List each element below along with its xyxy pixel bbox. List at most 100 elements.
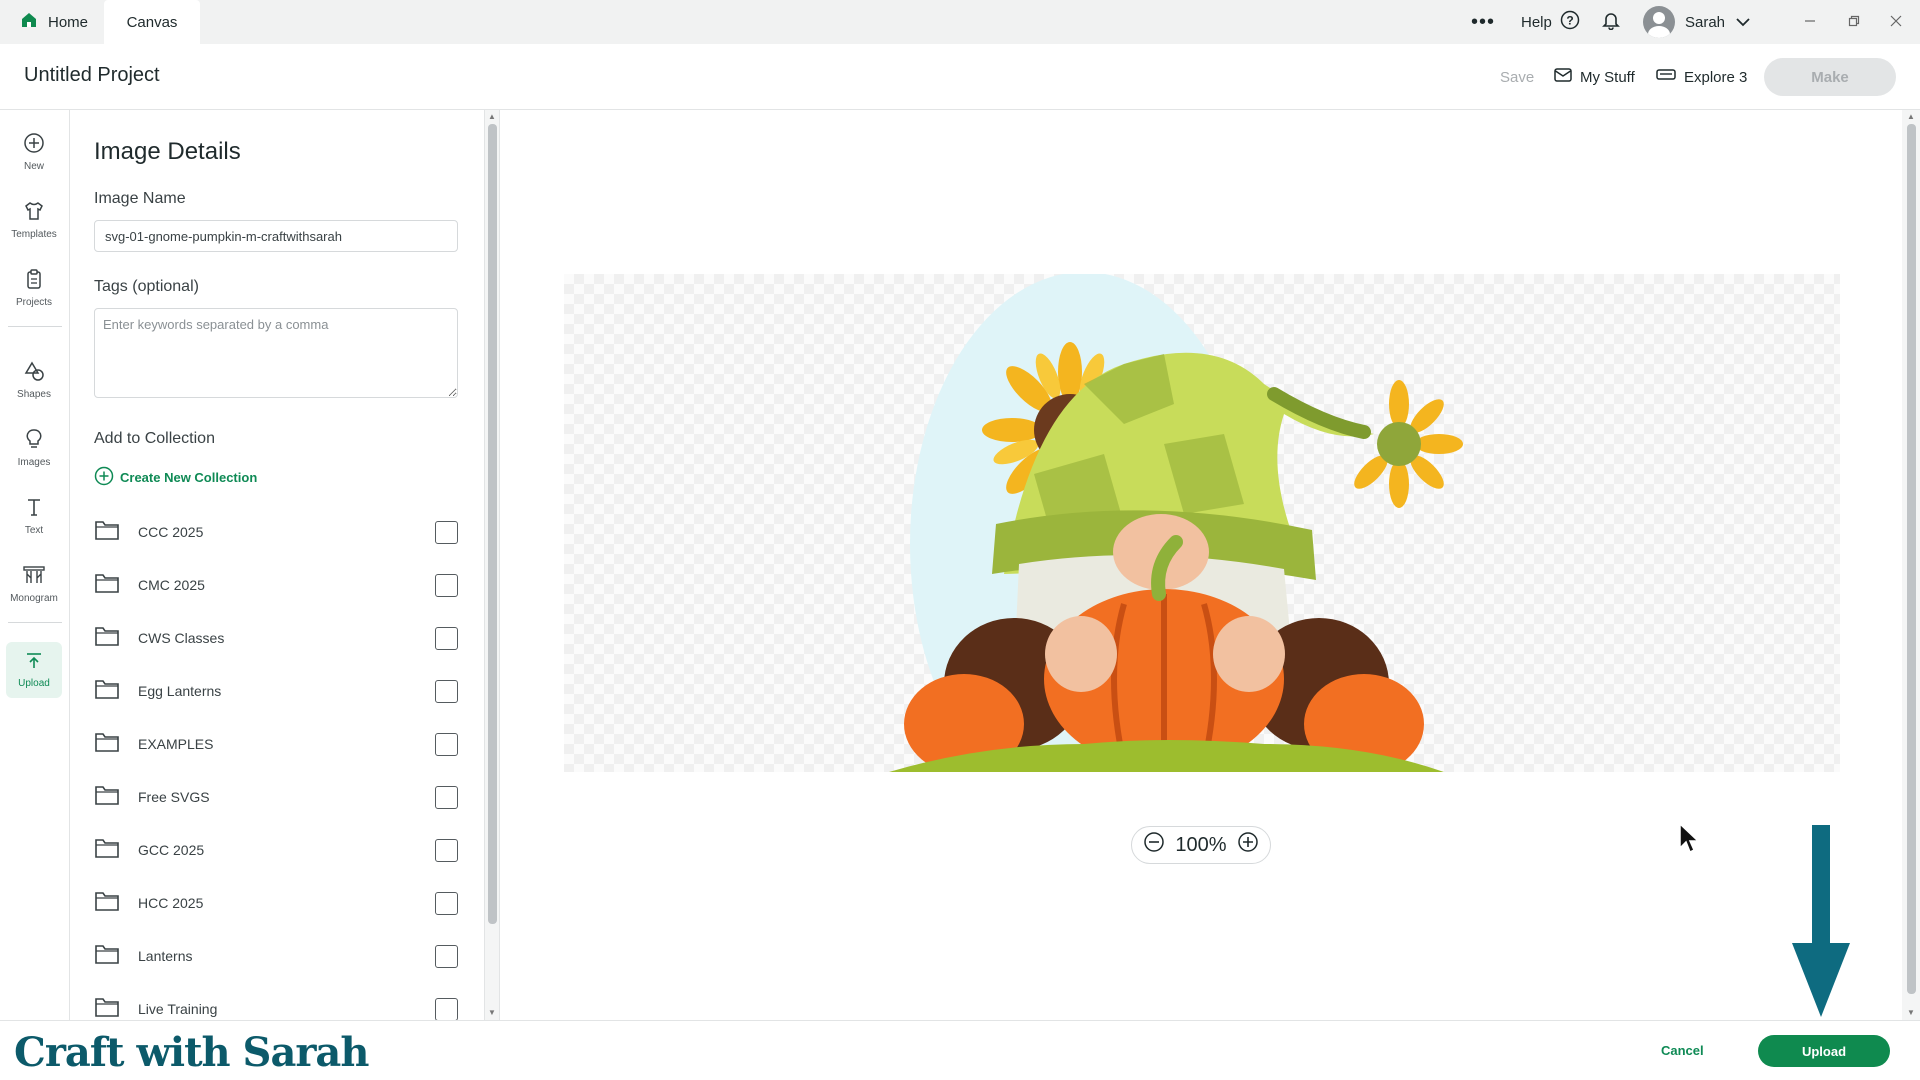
rail-new[interactable]: New xyxy=(6,124,62,180)
save-button[interactable]: Save xyxy=(1500,44,1534,110)
scroll-down-icon[interactable]: ▼ xyxy=(488,1008,496,1017)
rail-divider xyxy=(8,622,62,623)
tab-home[interactable]: Home xyxy=(16,0,102,44)
collection-name: CCC 2025 xyxy=(138,524,204,540)
collection-checkbox[interactable] xyxy=(435,838,458,862)
tshirt-icon xyxy=(23,200,45,225)
close-icon xyxy=(1890,14,1902,30)
collection-name: HCC 2025 xyxy=(138,895,204,911)
create-new-collection-label: Create New Collection xyxy=(120,470,258,485)
rail-images[interactable]: Images xyxy=(6,420,62,476)
upload-arrow-icon xyxy=(24,651,44,674)
image-details-panel: Image Details Image Name Tags (optional)… xyxy=(70,110,484,1020)
zoom-level: 100% xyxy=(1175,833,1227,856)
notifications-button[interactable] xyxy=(1601,0,1621,44)
rail-text[interactable]: Text xyxy=(6,488,62,544)
canvas-scroll-thumb[interactable] xyxy=(1907,124,1916,994)
home-icon xyxy=(20,11,38,33)
footer-bar: Craft with Sarah Cancel Upload xyxy=(0,1020,1920,1080)
gnome-pumpkin-image xyxy=(889,274,1463,772)
restore-button[interactable] xyxy=(1834,0,1874,44)
collection-row[interactable]: HCC 2025 xyxy=(94,887,458,919)
rail-projects[interactable]: Projects xyxy=(6,260,62,316)
panel-scrollbar[interactable]: ▲ ▼ xyxy=(484,110,500,1020)
envelope-icon xyxy=(1554,67,1572,87)
cancel-button[interactable]: Cancel xyxy=(1661,1043,1704,1058)
upload-preview-canvas: 100% xyxy=(500,110,1902,1020)
scroll-down-icon[interactable]: ▼ xyxy=(1907,1008,1915,1017)
upload-button[interactable]: Upload xyxy=(1758,1035,1890,1067)
brand-logo: Craft with Sarah xyxy=(14,1029,369,1076)
collection-name: Lanterns xyxy=(138,948,193,964)
tags-input[interactable] xyxy=(94,308,458,398)
panel-title: Image Details xyxy=(94,138,241,165)
minimize-button[interactable] xyxy=(1790,0,1830,44)
collection-checkbox[interactable] xyxy=(435,732,458,756)
folder-icon xyxy=(94,572,120,599)
make-button[interactable]: Make xyxy=(1764,58,1896,96)
collection-checkbox[interactable] xyxy=(435,891,458,915)
tab-canvas-label: Canvas xyxy=(126,13,178,31)
rail-text-label: Text xyxy=(24,525,44,536)
top-bar: Home Canvas ••• Help ? Sarah xyxy=(0,0,1920,44)
more-options-button[interactable]: ••• xyxy=(1470,0,1496,44)
my-stuff-button[interactable]: My Stuff xyxy=(1554,44,1635,110)
collection-checkbox[interactable] xyxy=(435,626,458,650)
zoom-in-icon[interactable] xyxy=(1237,831,1259,859)
rail-shapes[interactable]: Shapes xyxy=(6,352,62,408)
design-space-app: Home Canvas ••• Help ? Sarah Untitled Pr… xyxy=(0,0,1920,1080)
collection-checkbox[interactable] xyxy=(435,785,458,809)
folder-icon xyxy=(94,519,120,546)
collection-checkbox[interactable] xyxy=(435,573,458,597)
my-stuff-label: My Stuff xyxy=(1580,68,1635,86)
collection-row[interactable]: Egg Lanterns xyxy=(94,675,458,707)
rail-upload[interactable]: Upload xyxy=(6,642,62,698)
collection-row[interactable]: CCC 2025 xyxy=(94,516,458,548)
folder-icon xyxy=(94,890,120,917)
user-name: Sarah xyxy=(1685,13,1726,31)
scroll-up-icon[interactable]: ▲ xyxy=(488,112,496,121)
monogram-icon xyxy=(22,564,46,589)
collection-row[interactable]: EXAMPLES xyxy=(94,728,458,760)
zoom-out-icon[interactable] xyxy=(1143,831,1165,859)
rail-divider xyxy=(8,326,62,327)
collection-checkbox[interactable] xyxy=(435,520,458,544)
collection-row[interactable]: Live Training xyxy=(94,993,458,1020)
collection-row[interactable]: Lanterns xyxy=(94,940,458,972)
folder-icon xyxy=(94,625,120,652)
panel-scroll-thumb[interactable] xyxy=(488,124,497,924)
plus-circle-icon xyxy=(23,132,45,157)
user-menu[interactable]: Sarah xyxy=(1643,0,1751,44)
minimize-icon xyxy=(1804,14,1816,30)
tags-label: Tags (optional) xyxy=(94,278,199,295)
rail-monogram[interactable]: Monogram xyxy=(6,556,62,612)
project-header: Untitled Project Save My Stuff Explore 3… xyxy=(0,44,1920,110)
image-name-label: Image Name xyxy=(94,190,186,207)
image-name-input[interactable] xyxy=(94,220,458,252)
create-new-collection-button[interactable]: Create New Collection xyxy=(94,466,257,489)
scroll-up-icon[interactable]: ▲ xyxy=(1907,112,1915,121)
rail-templates[interactable]: Templates xyxy=(6,192,62,248)
help-button[interactable]: Help ? xyxy=(1521,0,1580,44)
close-window-button[interactable] xyxy=(1876,0,1916,44)
rail-images-label: Images xyxy=(17,457,51,468)
canvas-scrollbar[interactable]: ▲ ▼ xyxy=(1902,110,1920,1020)
folder-icon xyxy=(94,784,120,811)
collection-name: CWS Classes xyxy=(138,630,225,646)
collection-row[interactable]: CMC 2025 xyxy=(94,569,458,601)
collection-checkbox[interactable] xyxy=(435,997,458,1020)
add-to-collection-label: Add to Collection xyxy=(94,430,215,447)
zoom-control: 100% xyxy=(1131,826,1271,864)
collection-row[interactable]: Free SVGS xyxy=(94,781,458,813)
avatar xyxy=(1643,6,1675,38)
machine-selector[interactable]: Explore 3 xyxy=(1656,44,1747,110)
collection-row[interactable]: GCC 2025 xyxy=(94,834,458,866)
collection-name: Egg Lanterns xyxy=(138,683,222,699)
collection-checkbox[interactable] xyxy=(435,679,458,703)
rail-templates-label: Templates xyxy=(11,229,57,240)
folder-icon xyxy=(94,996,120,1021)
left-toolbar: New Templates Projects Shapes Images Tex… xyxy=(0,110,70,1020)
collection-checkbox[interactable] xyxy=(435,944,458,968)
collection-row[interactable]: CWS Classes xyxy=(94,622,458,654)
tab-canvas[interactable]: Canvas xyxy=(104,0,200,44)
